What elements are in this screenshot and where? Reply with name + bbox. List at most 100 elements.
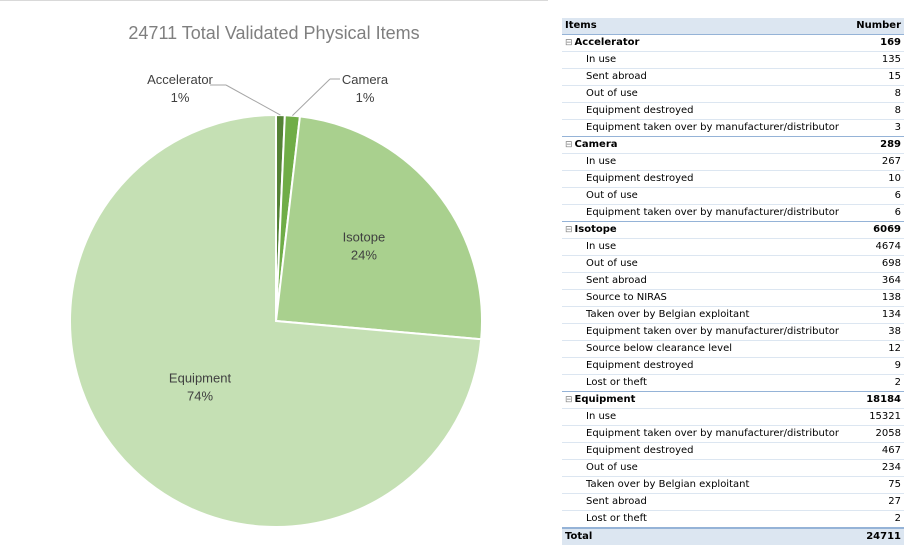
group-label-cell: ⊟Isotope xyxy=(562,222,851,239)
slice-pct-accelerator: 1% xyxy=(171,90,190,105)
row-label: Taken over by Belgian exploitant xyxy=(562,307,851,324)
slice-label-camera: Camera xyxy=(342,72,389,87)
table-row: Out of use8 xyxy=(562,86,904,103)
row-label: Taken over by Belgian exploitant xyxy=(562,477,851,494)
table-row: Sent abroad364 xyxy=(562,273,904,290)
table-row: Lost or theft2 xyxy=(562,511,904,529)
row-value: 364 xyxy=(851,273,904,290)
row-label: Equipment destroyed xyxy=(562,443,851,460)
group-label-cell: ⊟Camera xyxy=(562,137,851,154)
table-row: Equipment destroyed8 xyxy=(562,103,904,120)
table-row: In use15321 xyxy=(562,409,904,426)
table-row: Equipment taken over by manufacturer/dis… xyxy=(562,426,904,443)
table-row: Sent abroad27 xyxy=(562,494,904,511)
collapse-icon[interactable]: ⊟ xyxy=(565,140,573,150)
row-value: 12 xyxy=(851,341,904,358)
slice-pct-camera: 1% xyxy=(356,90,375,105)
pie-slice-isotope xyxy=(276,116,482,339)
slice-label-equipment: Equipment xyxy=(169,371,232,386)
group-row[interactable]: ⊟Equipment18184 xyxy=(562,392,904,409)
table-row: Out of use234 xyxy=(562,460,904,477)
row-value: 9 xyxy=(851,358,904,375)
row-label: Sent abroad xyxy=(562,494,851,511)
collapse-icon[interactable]: ⊟ xyxy=(565,38,573,48)
total-row: Total24711 xyxy=(562,528,904,545)
row-value: 2058 xyxy=(851,426,904,443)
group-label: Camera xyxy=(575,139,618,150)
row-label: Lost or theft xyxy=(562,375,851,392)
row-value: 234 xyxy=(851,460,904,477)
leader-line-accelerator xyxy=(226,85,280,115)
row-value: 467 xyxy=(851,443,904,460)
row-value: 10 xyxy=(851,171,904,188)
row-value: 698 xyxy=(851,256,904,273)
total-value: 24711 xyxy=(851,528,904,545)
slice-label-accelerator: Accelerator xyxy=(147,72,213,87)
table-row: Out of use6 xyxy=(562,188,904,205)
row-value: 75 xyxy=(851,477,904,494)
row-label: Out of use xyxy=(562,188,851,205)
collapse-icon[interactable]: ⊟ xyxy=(565,225,573,235)
table-row: In use135 xyxy=(562,52,904,69)
row-value: 2 xyxy=(851,375,904,392)
pie-svg: Accelerator1%Camera1%Isotope24%Equipment… xyxy=(0,1,548,537)
row-value: 4674 xyxy=(851,239,904,256)
row-value: 15321 xyxy=(851,409,904,426)
header-items: Items xyxy=(562,18,851,35)
table-row: In use267 xyxy=(562,154,904,171)
group-label-cell: ⊟Equipment xyxy=(562,392,851,409)
collapse-icon[interactable]: ⊟ xyxy=(565,395,573,405)
table-row: Lost or theft2 xyxy=(562,375,904,392)
table-body: ⊟Accelerator169In use135Sent abroad15Out… xyxy=(562,35,904,545)
row-label: Equipment destroyed xyxy=(562,171,851,188)
pie-chart: 24711 Total Validated Physical Items Acc… xyxy=(0,0,548,537)
row-value: 8 xyxy=(851,103,904,120)
group-row[interactable]: ⊟Camera289 xyxy=(562,137,904,154)
row-label: In use xyxy=(562,409,851,426)
row-value: 6 xyxy=(851,188,904,205)
row-label: In use xyxy=(562,154,851,171)
total-label: Total xyxy=(562,528,851,545)
group-label-cell: ⊟Accelerator xyxy=(562,35,851,52)
table-row: Equipment taken over by manufacturer/dis… xyxy=(562,205,904,222)
row-label: Sent abroad xyxy=(562,273,851,290)
table-row: Sent abroad15 xyxy=(562,69,904,86)
row-label: Lost or theft xyxy=(562,511,851,529)
row-label: Source to NIRAS xyxy=(562,290,851,307)
row-value: 27 xyxy=(851,494,904,511)
table-row: Taken over by Belgian exploitant134 xyxy=(562,307,904,324)
table-row: Source to NIRAS138 xyxy=(562,290,904,307)
group-label: Accelerator xyxy=(575,37,640,48)
row-label: Equipment taken over by manufacturer/dis… xyxy=(562,205,851,222)
row-value: 3 xyxy=(851,120,904,137)
group-label: Equipment xyxy=(575,394,636,405)
table-row: Taken over by Belgian exploitant75 xyxy=(562,477,904,494)
group-total: 18184 xyxy=(851,392,904,409)
row-label: In use xyxy=(562,52,851,69)
table-row: Equipment taken over by manufacturer/dis… xyxy=(562,120,904,137)
table-row: Out of use698 xyxy=(562,256,904,273)
table-row: Source below clearance level12 xyxy=(562,341,904,358)
row-label: Out of use xyxy=(562,86,851,103)
row-value: 15 xyxy=(851,69,904,86)
group-total: 6069 xyxy=(851,222,904,239)
row-label: Equipment taken over by manufacturer/dis… xyxy=(562,426,851,443)
row-label: Equipment destroyed xyxy=(562,358,851,375)
row-value: 6 xyxy=(851,205,904,222)
table-header-row: Items Number xyxy=(562,18,904,35)
group-label: Isotope xyxy=(575,224,617,235)
row-value: 267 xyxy=(851,154,904,171)
group-row[interactable]: ⊟Accelerator169 xyxy=(562,35,904,52)
group-row[interactable]: ⊟Isotope6069 xyxy=(562,222,904,239)
row-label: Sent abroad xyxy=(562,69,851,86)
pivot-table: Items Number ⊟Accelerator169In use135Sen… xyxy=(562,18,904,545)
table-row: In use4674 xyxy=(562,239,904,256)
table-row: Equipment destroyed467 xyxy=(562,443,904,460)
slice-pct-equipment: 74% xyxy=(187,389,213,404)
row-value: 2 xyxy=(851,511,904,529)
row-value: 8 xyxy=(851,86,904,103)
row-label: Out of use xyxy=(562,460,851,477)
slice-pct-isotope: 24% xyxy=(351,248,377,263)
row-label: Equipment destroyed xyxy=(562,103,851,120)
table-row: Equipment destroyed9 xyxy=(562,358,904,375)
